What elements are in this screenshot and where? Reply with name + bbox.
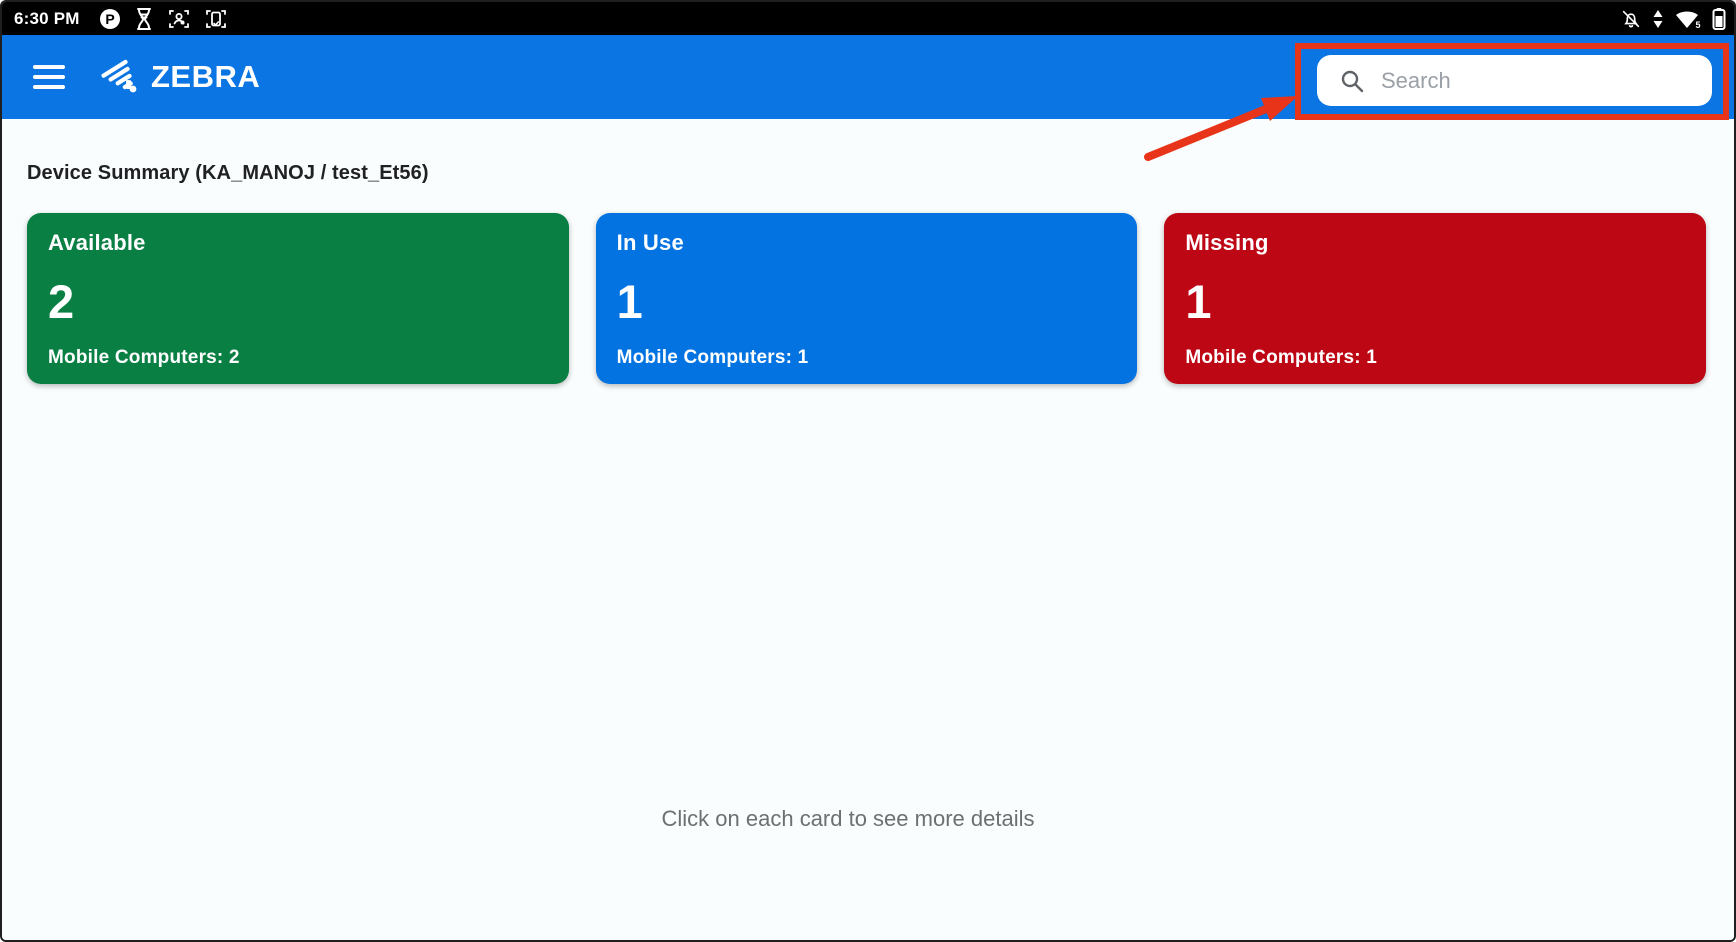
status-bar-right: 5 <box>1620 7 1726 31</box>
card-subtitle: Mobile Computers: 2 <box>48 347 548 369</box>
battery-icon <box>1712 7 1726 31</box>
svg-text:P: P <box>105 11 114 27</box>
hint-text: Click on each card to see more details <box>2 806 1694 832</box>
card-title: Available <box>48 230 548 256</box>
menu-button[interactable] <box>33 65 65 89</box>
search-icon <box>1339 68 1365 94</box>
card-available[interactable]: Available 2 Mobile Computers: 2 <box>27 213 569 384</box>
card-count: 2 <box>48 278 548 325</box>
device-summary-cards: Available 2 Mobile Computers: 2 In Use 1… <box>27 213 1706 384</box>
card-count: 1 <box>617 278 1117 325</box>
brand-name: ZEBRA <box>151 59 260 95</box>
notifications-off-icon <box>1620 8 1642 30</box>
status-bar: 6:30 PM P <box>2 2 1734 35</box>
card-subtitle: Mobile Computers: 1 <box>617 347 1117 369</box>
managed-user-icon <box>167 7 191 31</box>
page-title: Device Summary (KA_MANOJ / test_Et56) <box>27 162 1734 185</box>
zebra-head-icon <box>99 54 145 100</box>
priority-mode-icon: P <box>99 8 121 30</box>
card-subtitle: Mobile Computers: 1 <box>1185 347 1685 369</box>
wifi-icon: 5 <box>1674 8 1702 30</box>
search-field[interactable] <box>1317 55 1712 106</box>
card-count: 1 <box>1185 278 1685 325</box>
screen: 6:30 PM P <box>0 0 1736 942</box>
clock: 6:30 PM <box>14 9 80 29</box>
status-bar-left: 6:30 PM P <box>14 7 228 31</box>
hourglass-icon <box>134 7 154 31</box>
card-missing[interactable]: Missing 1 Mobile Computers: 1 <box>1164 213 1706 384</box>
svg-text:5: 5 <box>1695 20 1700 30</box>
main-content: Device Summary (KA_MANOJ / test_Et56) Av… <box>2 119 1734 940</box>
data-transfer-icon <box>1652 8 1664 30</box>
card-title: Missing <box>1185 230 1685 256</box>
zebra-logo: ZEBRA <box>99 54 260 100</box>
card-title: In Use <box>617 230 1117 256</box>
app-bar: ZEBRA <box>2 35 1734 119</box>
card-in-use[interactable]: In Use 1 Mobile Computers: 1 <box>596 213 1138 384</box>
managed-device-icon <box>204 7 228 31</box>
search-input[interactable] <box>1381 68 1701 94</box>
